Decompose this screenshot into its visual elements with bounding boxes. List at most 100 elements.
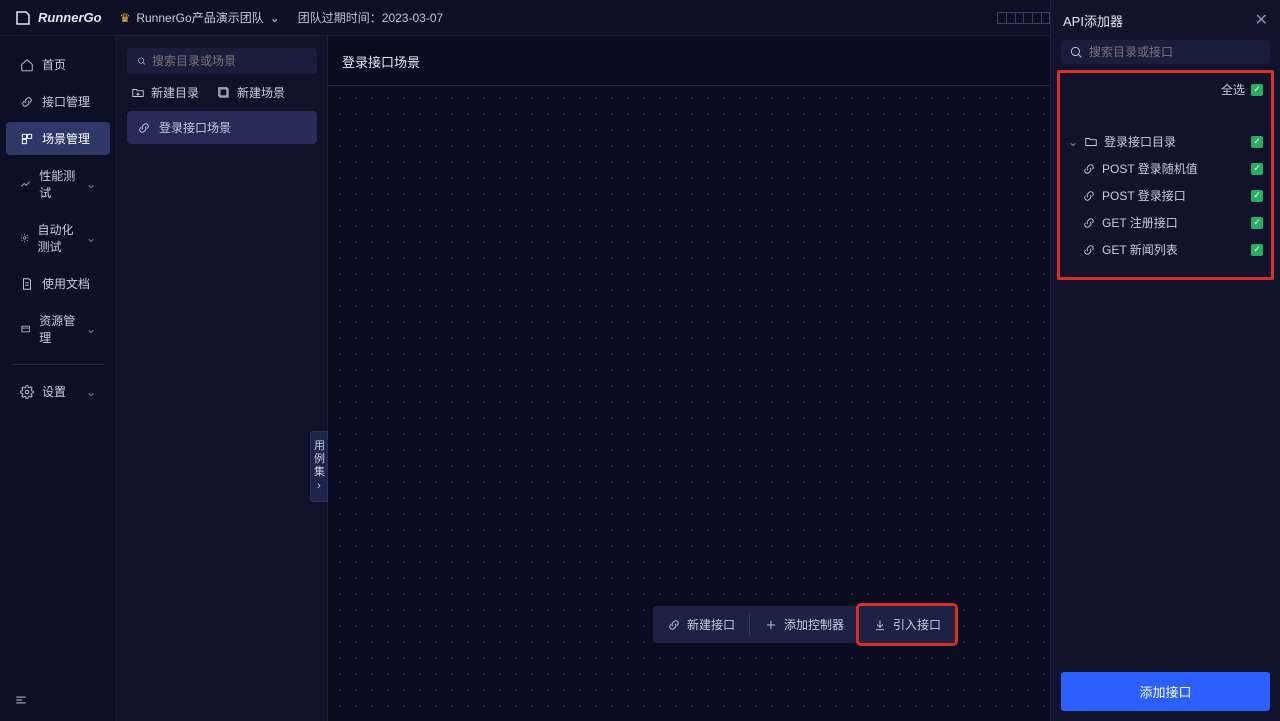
tree-search-input[interactable] (152, 54, 307, 68)
chevron-down-icon: ⌄ (86, 231, 96, 245)
nav-label: 首页 (42, 56, 66, 73)
import-api-button[interactable]: 引入接口 (859, 606, 955, 643)
panel-title: API添加器 (1063, 11, 1123, 30)
new-api-button[interactable]: 新建接口 (653, 606, 749, 643)
doc-icon (20, 277, 34, 291)
close-button[interactable]: ✕ (1255, 10, 1268, 30)
auto-icon (20, 231, 29, 245)
nav-api[interactable]: 接口管理 (6, 85, 110, 118)
expire-info: 团队过期时间：2023-03-07 (298, 9, 443, 26)
new-scene-label: 新建场景 (237, 84, 285, 101)
node-label: POST 登录随机值 (1102, 160, 1198, 177)
sidebar-collapse[interactable] (0, 679, 116, 721)
panel-search[interactable] (1061, 40, 1270, 64)
nav-label: 资源管理 (39, 312, 78, 346)
panel-search-input[interactable] (1089, 45, 1262, 59)
nav-resource[interactable]: 资源管理 ⌄ (6, 304, 110, 354)
scene-plus-icon (217, 86, 231, 100)
canvas-toolbar: 新建接口 添加控制器 引入接口 (653, 606, 955, 643)
nav-home[interactable]: 首页 (6, 48, 110, 81)
api-tree-item[interactable]: POST 登录随机值 ✓ (1064, 155, 1267, 182)
crown-icon: ♛ (120, 11, 131, 25)
nav-scene[interactable]: 场景管理 (6, 122, 110, 155)
node-label: 登录接口目录 (1104, 133, 1176, 150)
node-checkbox[interactable]: ✓ (1251, 163, 1263, 175)
nav-label: 接口管理 (42, 93, 90, 110)
api-icon (20, 95, 34, 109)
select-all-checkbox[interactable]: ✓ (1251, 84, 1263, 96)
logo-icon (14, 9, 32, 27)
node-checkbox[interactable]: ✓ (1251, 136, 1263, 148)
nav-doc[interactable]: 使用文档 (6, 267, 110, 300)
node-checkbox[interactable]: ✓ (1251, 244, 1263, 256)
plus-icon (764, 618, 778, 632)
team-selector[interactable]: ♛ RunnerGo产品演示团队 ⌄ (120, 9, 280, 26)
brand-text: RunnerGo (38, 10, 102, 25)
case-tab-label: 用例集 (314, 440, 325, 478)
node-label: GET 注册接口 (1102, 214, 1178, 231)
new-api-label: 新建接口 (687, 616, 735, 633)
collapse-icon (14, 693, 28, 707)
home-icon (20, 58, 34, 72)
tree-item-scene[interactable]: 登录接口场景 (127, 111, 317, 144)
panel-footer: 添加接口 (1051, 662, 1280, 721)
nav-settings[interactable]: 设置 ⌄ (6, 375, 110, 408)
node-label: POST 登录接口 (1102, 187, 1186, 204)
nav-perf[interactable]: 性能测试 ⌄ (6, 159, 110, 209)
import-icon (873, 618, 887, 632)
node-label: GET 新闻列表 (1102, 241, 1178, 258)
nav-label: 设置 (42, 383, 66, 400)
import-api-label: 引入接口 (893, 616, 941, 633)
chevron-down-icon: ⌄ (86, 177, 96, 191)
api-tree: 全选 ✓ ⌄ 登录接口目录 ✓ POST 登录随机值 ✓ POST 登录接口 (1057, 70, 1274, 280)
expire-label: 团队过期时间： (298, 11, 382, 25)
api-icon (667, 618, 681, 632)
folder-icon (1084, 135, 1098, 149)
nav-divider (12, 364, 104, 365)
folder-plus-icon (131, 86, 145, 100)
select-all-label: 全选 (1221, 81, 1245, 98)
api-tree-folder[interactable]: ⌄ 登录接口目录 ✓ (1064, 128, 1267, 155)
progress-bar-icon (997, 12, 1051, 24)
panel-header: API添加器 ✕ (1051, 0, 1280, 40)
node-checkbox[interactable]: ✓ (1251, 190, 1263, 202)
api-icon (1082, 243, 1096, 257)
select-all-row[interactable]: 全选 ✓ (1064, 81, 1267, 106)
nav-label: 使用文档 (42, 275, 90, 292)
tree-actions: 新建目录 新建场景 (127, 84, 317, 101)
expire-date: 2023-03-07 (382, 11, 443, 25)
new-folder-button[interactable]: 新建目录 (131, 84, 199, 101)
chevron-down-icon: ⌄ (86, 385, 96, 399)
nav-label: 场景管理 (42, 130, 90, 147)
node-checkbox[interactable]: ✓ (1251, 217, 1263, 229)
api-icon (1082, 216, 1096, 230)
perf-icon (20, 177, 31, 191)
new-scene-button[interactable]: 新建场景 (217, 84, 285, 101)
chevron-right-icon: › (317, 480, 321, 492)
nav-auto[interactable]: 自动化测试 ⌄ (6, 213, 110, 263)
case-set-tab[interactable]: 用例集 › (310, 431, 328, 502)
add-controller-label: 添加控制器 (784, 616, 844, 633)
link-icon (137, 121, 151, 135)
api-icon (1082, 189, 1096, 203)
nav-label: 自动化测试 (37, 221, 77, 255)
search-icon (1069, 45, 1083, 59)
api-tree-item[interactable]: GET 新闻列表 ✓ (1064, 236, 1267, 263)
app-logo: RunnerGo (14, 9, 102, 27)
tree-search[interactable] (127, 48, 317, 74)
add-controller-button[interactable]: 添加控制器 (750, 606, 858, 643)
nav-label: 性能测试 (39, 167, 78, 201)
api-icon (1082, 162, 1096, 176)
chevron-down-icon: ⌄ (270, 11, 280, 25)
chevron-down-icon: ⌄ (86, 322, 96, 336)
gear-icon (20, 385, 34, 399)
scene-tree-panel: 新建目录 新建场景 登录接口场景 (117, 36, 328, 721)
api-tree-item[interactable]: GET 注册接口 ✓ (1064, 209, 1267, 236)
chevron-down-icon: ⌄ (1068, 135, 1078, 149)
new-folder-label: 新建目录 (151, 84, 199, 101)
team-name: RunnerGo产品演示团队 (136, 9, 263, 26)
add-api-button[interactable]: 添加接口 (1061, 672, 1270, 711)
api-tree-item[interactable]: POST 登录接口 ✓ (1064, 182, 1267, 209)
tree-item-label: 登录接口场景 (159, 119, 231, 136)
nav-sidebar: 首页 接口管理 场景管理 性能测试 ⌄ 自动化测试 ⌄ 使 (0, 36, 117, 721)
